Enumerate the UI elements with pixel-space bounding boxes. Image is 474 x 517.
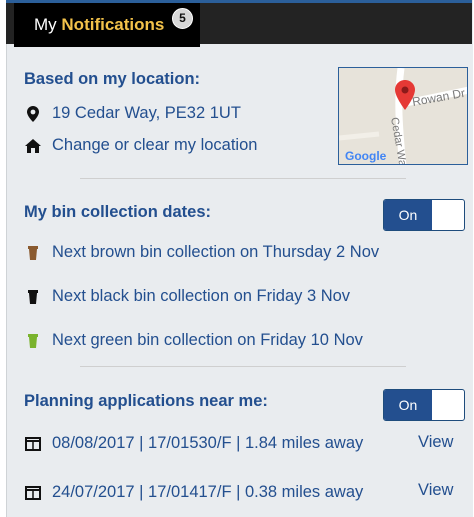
calendar-icon (24, 485, 42, 500)
address-text: 19 Cedar Way, PE32 1UT (52, 104, 241, 122)
bin-heading: My bin collection dates: (24, 203, 212, 221)
change-location-row[interactable]: Change or clear my location (24, 136, 257, 155)
location-heading: Based on my location: (24, 70, 201, 88)
planning-application-text: 08/08/2017 | 17/01530/F | 1.84 miles awa… (52, 434, 364, 452)
title-highlight: Notifications (61, 15, 165, 34)
black-bin-icon (24, 289, 42, 304)
address-row: 19 Cedar Way, PE32 1UT (24, 104, 241, 123)
map-pin-icon (24, 105, 42, 122)
divider (80, 178, 406, 179)
notifications-tab[interactable]: My Notifications 5 (14, 3, 200, 47)
planning-item-row: 24/07/2017 | 17/01417/F | 0.38 miles awa… (24, 483, 363, 502)
bin-collection-text: Next black bin collection on Friday 3 No… (52, 287, 351, 305)
planning-item-row: 08/08/2017 | 17/01530/F | 1.84 miles awa… (24, 434, 363, 453)
divider (80, 366, 406, 367)
black-bin-row: Next black bin collection on Friday 3 No… (24, 287, 350, 306)
toggle-on-label: On (384, 390, 432, 420)
google-logo: Google (345, 149, 387, 163)
bin-collection-text: Next brown bin collection on Thursday 2 … (52, 243, 380, 261)
location-map[interactable]: Rowan Dr Cedar Wa Google (338, 67, 468, 165)
view-planning-link[interactable]: View (418, 433, 453, 452)
change-location-link[interactable]: Change or clear my location (52, 136, 257, 155)
bin-notifications-toggle[interactable]: On (383, 199, 465, 231)
calendar-icon (24, 436, 42, 451)
bin-collection-text: Next green bin collection on Friday 10 N… (52, 331, 363, 349)
map-marker-icon (395, 80, 415, 110)
planning-heading: Planning applications near me: (24, 392, 268, 410)
brown-bin-icon (24, 245, 42, 260)
view-planning-link[interactable]: View (418, 481, 453, 500)
header-bar: My Notifications 5 (6, 0, 472, 47)
green-bin-row: Next green bin collection on Friday 10 N… (24, 331, 363, 350)
notification-count-badge: 5 (172, 8, 193, 29)
planning-notifications-toggle[interactable]: On (383, 389, 465, 421)
home-icon (24, 138, 42, 153)
brown-bin-row: Next brown bin collection on Thursday 2 … (24, 243, 379, 262)
planning-application-text: 24/07/2017 | 17/01417/F | 0.38 miles awa… (52, 483, 364, 501)
title-prefix: My (34, 15, 57, 34)
notifications-title: My Notifications (34, 15, 164, 35)
toggle-on-label: On (384, 200, 432, 230)
green-bin-icon (24, 333, 42, 348)
